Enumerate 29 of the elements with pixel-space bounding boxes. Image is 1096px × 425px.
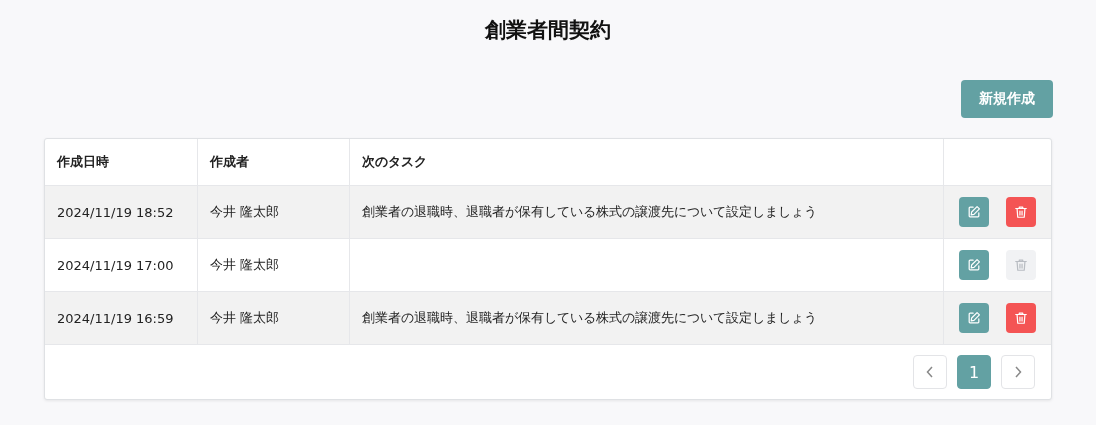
delete-button[interactable] [1005,197,1036,227]
pencil-icon [966,205,981,219]
chevron-left-icon [926,366,934,378]
table-cell: 創業者の退職時、退職者が保有している株式の譲渡先について設定しましょう [349,291,943,345]
page-title: 創業者間契約 [484,17,612,44]
table-cell: 創業者の退職時、退職者が保有している株式の譲渡先について設定しましょう [349,185,943,239]
edit-button[interactable] [958,303,989,333]
chevron-right-icon [1014,366,1022,378]
table-cell: 2024/11/19 17:00 [45,238,197,292]
column-header: 次のタスク [349,139,943,186]
table-cell: 2024/11/19 16:59 [45,291,197,345]
previous-page-button[interactable] [913,355,947,389]
page-button[interactable]: 1 [957,355,991,389]
column-header: 作成者 [197,139,349,186]
delete-button[interactable] [1005,303,1036,333]
trash-icon [1013,311,1028,325]
edit-button[interactable] [958,197,989,227]
trash-icon [1013,258,1028,272]
new-button[interactable]: 新規作成 [961,80,1053,118]
table-cell: 今井 隆太郎 [197,185,349,239]
pencil-icon [966,311,981,325]
next-page-button[interactable] [1001,355,1035,389]
table-cell: 2024/11/19 18:52 [45,185,197,239]
table-cell: 今井 隆太郎 [197,291,349,345]
trash-icon [1013,205,1028,219]
table-cell: 今井 隆太郎 [197,238,349,292]
edit-button[interactable] [958,250,989,280]
pencil-icon [966,258,981,272]
column-header: 作成日時 [45,139,197,186]
